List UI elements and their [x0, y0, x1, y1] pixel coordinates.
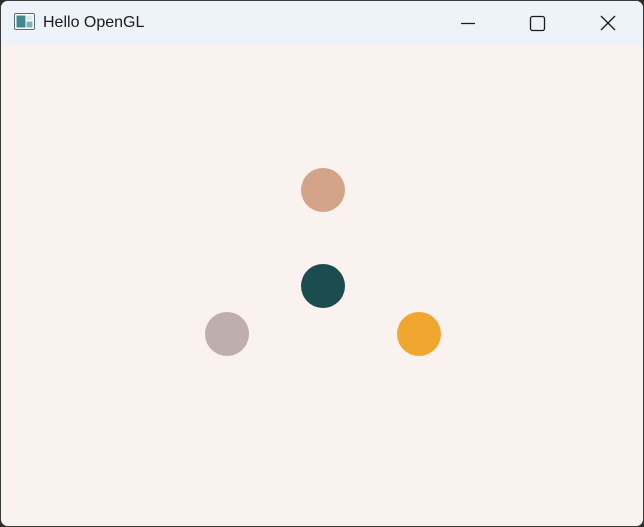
point-center: [301, 264, 345, 308]
close-icon: [600, 15, 616, 31]
minimize-button[interactable]: [433, 1, 501, 45]
close-button[interactable]: [573, 1, 641, 45]
opengl-canvas[interactable]: [1, 45, 643, 526]
maximize-icon: [529, 15, 546, 32]
maximize-button[interactable]: [503, 1, 571, 45]
point-top: [301, 168, 345, 212]
point-right: [397, 312, 441, 356]
point-left: [205, 312, 249, 356]
opengl-app-icon: [14, 13, 35, 30]
app-window: Hello OpenGL: [0, 0, 644, 527]
window-title: Hello OpenGL: [43, 14, 145, 31]
minimize-icon: [461, 22, 475, 25]
title-bar[interactable]: Hello OpenGL: [1, 1, 643, 45]
